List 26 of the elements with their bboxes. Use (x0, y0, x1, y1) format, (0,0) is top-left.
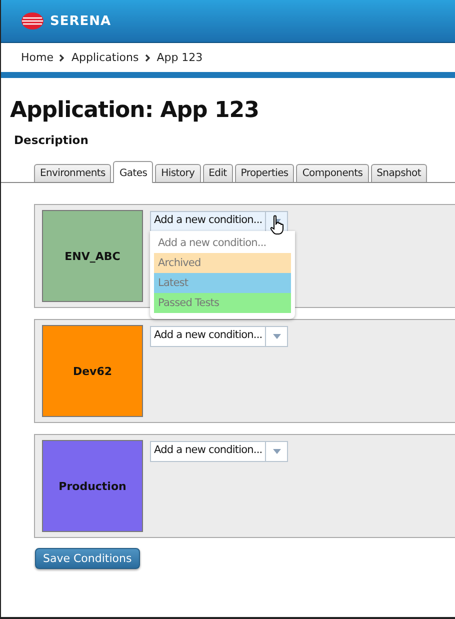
environment-tile: ENV_ABC (42, 210, 143, 302)
breadcrumb-link[interactable]: App 123 (156, 51, 203, 64)
dropdown-option[interactable]: Add a new condition... (154, 233, 291, 253)
logo-text: SERENA (50, 14, 112, 28)
dropdown-option[interactable]: Archived (154, 253, 291, 273)
tab[interactable]: History (155, 164, 201, 182)
chevron-icon (144, 54, 151, 62)
condition-dropdown[interactable]: Add a new condition... (150, 326, 288, 347)
tab[interactable]: Edit (202, 164, 233, 182)
dropdown-arrow-icon (272, 334, 281, 339)
section-label: Description (14, 133, 90, 147)
save-conditions-button[interactable]: Save Conditions (35, 548, 140, 569)
dropdown-arrow-icon (272, 449, 281, 454)
condition-dropdown[interactable]: Add a new condition... (150, 441, 288, 462)
chevron-icon (59, 54, 66, 62)
breadcrumb-link[interactable]: Applications (71, 51, 139, 64)
tab[interactable]: Snapshot (370, 164, 427, 182)
breadcrumb-link[interactable]: Home (21, 51, 54, 64)
environment-tile: Dev62 (42, 325, 143, 417)
environment-tile: Production (42, 440, 143, 532)
logo-icon (21, 12, 44, 30)
page-title: Application: App 123 (10, 98, 260, 123)
tab[interactable]: Properties (234, 164, 294, 182)
tab[interactable]: Environments (34, 164, 112, 182)
tab[interactable]: Gates (113, 161, 154, 183)
tab[interactable]: Components (296, 164, 369, 182)
